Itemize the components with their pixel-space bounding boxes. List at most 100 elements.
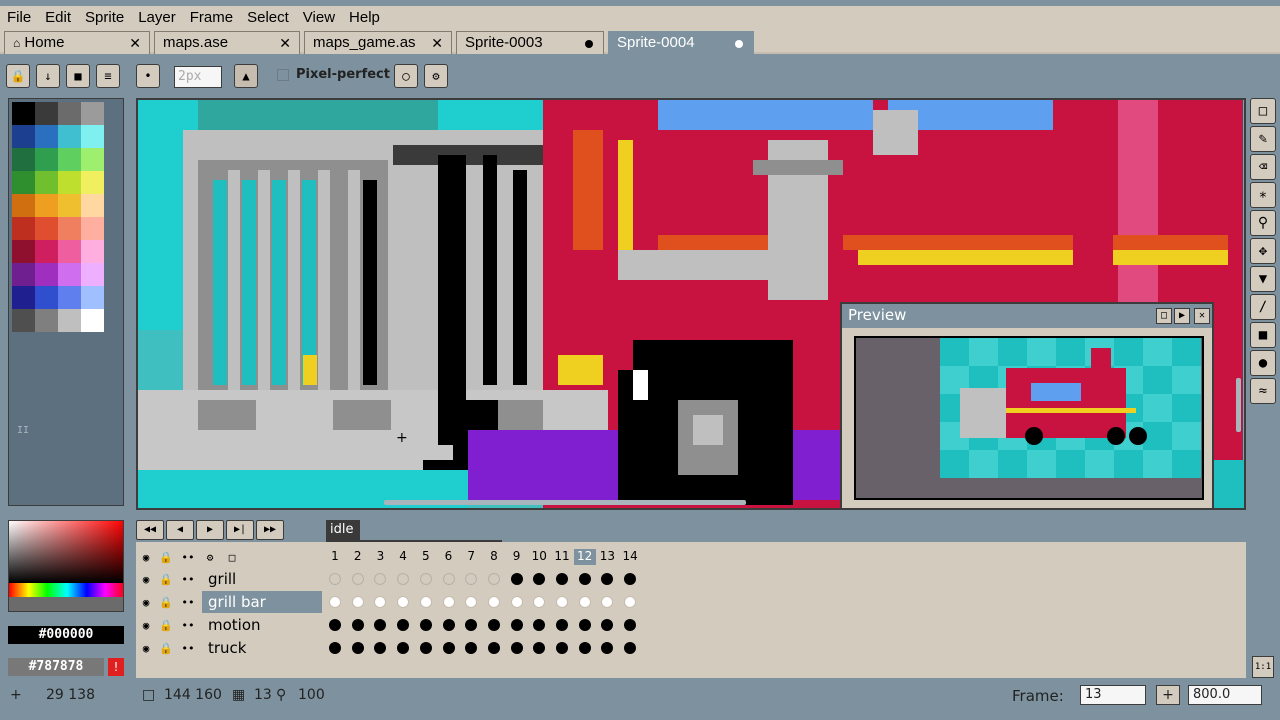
frame-number[interactable]: 8 [483, 549, 505, 565]
layer-name[interactable]: grill [202, 568, 322, 590]
palette-swatch[interactable] [12, 217, 35, 240]
palette-swatch[interactable] [58, 102, 81, 125]
cel[interactable] [374, 619, 387, 631]
horizontal-scrollbar[interactable] [384, 500, 746, 505]
palette-swatch[interactable] [81, 102, 104, 125]
zoom-input[interactable]: 800.0 [1188, 685, 1262, 705]
cel[interactable] [374, 642, 387, 654]
cel[interactable] [329, 642, 341, 654]
vertical-scrollbar[interactable] [1236, 378, 1241, 432]
menu-layer[interactable]: Layer [131, 6, 183, 30]
lock-icon[interactable]: 🔒 [158, 595, 174, 611]
line-icon[interactable]: ∕ [1250, 294, 1276, 320]
play-icon[interactable]: ▶ [1174, 308, 1190, 324]
brush-size-input[interactable]: 2px [174, 66, 222, 88]
palette-swatch[interactable] [58, 171, 81, 194]
palette-swatch[interactable] [81, 240, 104, 263]
tab-home[interactable]: ⌂ Home ✕ [4, 31, 150, 54]
layer-row-grill-bar[interactable]: ◉ 🔒 •• grill bar [136, 591, 1246, 613]
frame-number[interactable]: 9 [506, 549, 528, 565]
palette-swatch[interactable] [35, 263, 58, 286]
palette-swatch[interactable] [35, 286, 58, 309]
palette-swatch[interactable] [35, 309, 58, 332]
cel[interactable] [465, 619, 478, 631]
cel[interactable] [487, 619, 500, 631]
cel[interactable] [487, 642, 500, 654]
layer-group-icon[interactable]: ⚙ [202, 550, 218, 566]
settings-icon[interactable]: ⚙ [424, 64, 448, 88]
frame-number[interactable]: 3 [369, 549, 391, 565]
menu-help[interactable]: Help [342, 6, 387, 30]
warning-icon[interactable]: ! [108, 658, 124, 676]
palette-swatch[interactable] [58, 240, 81, 263]
frame-number[interactable]: 5 [415, 549, 437, 565]
color-picker[interactable] [8, 520, 124, 612]
palette-swatch[interactable] [58, 148, 81, 171]
cel[interactable] [419, 596, 432, 608]
frame-number[interactable]: 4 [392, 549, 414, 565]
cel[interactable] [510, 573, 523, 585]
tab-maps[interactable]: maps.ase ✕ [154, 31, 300, 54]
cel[interactable] [510, 619, 523, 631]
cel[interactable] [487, 596, 500, 608]
cel[interactable] [442, 619, 455, 631]
brush-preview-icon[interactable]: • [136, 64, 160, 88]
cel[interactable] [465, 573, 478, 585]
cel[interactable] [329, 619, 341, 631]
palette-swatch[interactable] [35, 217, 58, 240]
cel[interactable] [397, 573, 410, 585]
cel[interactable] [374, 596, 387, 608]
onion-skin-icon[interactable]: □ [224, 550, 240, 566]
tag-label[interactable]: idle [326, 520, 360, 540]
eye-icon[interactable]: ◉ [138, 550, 154, 566]
first-frame-icon[interactable]: ◀◀ [136, 520, 164, 540]
palette-swatch[interactable] [12, 171, 35, 194]
eye-icon[interactable]: ◉ [138, 641, 154, 657]
palette-swatch[interactable] [12, 263, 35, 286]
cel[interactable] [556, 573, 568, 585]
frame-number[interactable]: 11 [551, 549, 573, 565]
cel[interactable] [578, 619, 591, 631]
frame-number[interactable]: 2 [347, 549, 369, 565]
lock-icon[interactable]: 🔒 [158, 618, 174, 634]
foreground-color-field[interactable]: #000000 [6, 624, 126, 646]
cel[interactable] [601, 596, 614, 608]
square-brush-icon[interactable]: ■ [66, 64, 90, 88]
cel[interactable] [533, 619, 546, 631]
background-color-field[interactable]: #787878 [6, 656, 106, 678]
palette-swatch[interactable] [58, 125, 81, 148]
palette-swatch[interactable] [58, 217, 81, 240]
brush-stamp-icon[interactable]: ▲ [234, 64, 258, 88]
palette-swatch[interactable] [12, 194, 35, 217]
cel[interactable] [624, 642, 637, 654]
modified-dot-icon[interactable] [735, 40, 743, 48]
cel[interactable] [556, 642, 568, 654]
pixel-perfect-checkbox[interactable] [277, 69, 289, 81]
palette-swatch[interactable] [81, 148, 104, 171]
arrow-down-icon[interactable]: ↓ [36, 64, 60, 88]
palette-swatch[interactable] [81, 309, 104, 332]
cel[interactable] [601, 642, 614, 654]
palette-swatch[interactable] [35, 148, 58, 171]
cel[interactable] [487, 573, 500, 585]
cel[interactable] [329, 596, 341, 608]
cel[interactable] [329, 573, 341, 585]
palette-swatch[interactable] [35, 240, 58, 263]
cel[interactable] [533, 596, 546, 608]
frame-number[interactable]: 7 [460, 549, 482, 565]
menu-sprite[interactable]: Sprite [78, 6, 131, 30]
blur-icon[interactable]: ≈ [1250, 378, 1276, 404]
palette-swatch[interactable] [58, 194, 81, 217]
palette-swatch[interactable] [81, 217, 104, 240]
prev-frame-icon[interactable]: ◀ [166, 520, 194, 540]
frame-number[interactable]: 14 [619, 549, 641, 565]
palette-swatch[interactable] [12, 102, 35, 125]
cel[interactable] [442, 573, 455, 585]
preview-titlebar[interactable]: Preview □ ▶ ✕ [842, 304, 1212, 328]
cel[interactable] [351, 573, 364, 585]
palette-swatch[interactable] [12, 148, 35, 171]
eyedropper-icon[interactable]: ∗ [1250, 182, 1276, 208]
cel[interactable] [465, 596, 478, 608]
frame-number[interactable]: 10 [528, 549, 550, 565]
resize-grip-icon[interactable]: II [17, 425, 29, 436]
